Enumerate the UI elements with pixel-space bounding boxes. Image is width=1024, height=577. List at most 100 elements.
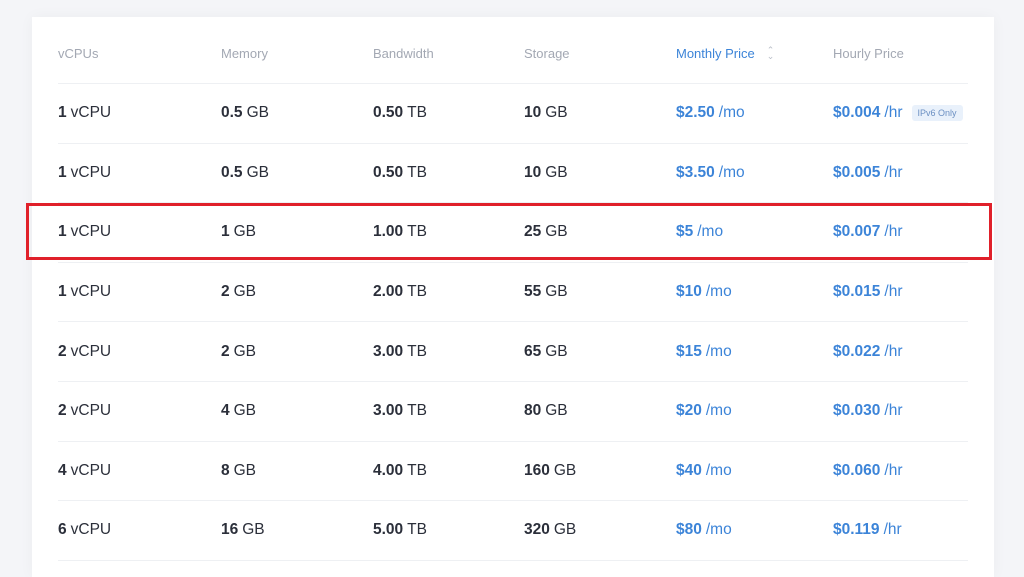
- table-row[interactable]: 1 vCPU 2 GB 2.00 TB 55 GB $10/mo $0.015/hr: [58, 263, 968, 323]
- cell-bandwidth: 3.00 TB: [373, 382, 427, 441]
- cell-value: $0.007: [833, 223, 881, 241]
- cell-value: 6: [58, 521, 67, 539]
- cell-value: $0.060: [833, 461, 881, 479]
- cell-value: 3.00: [373, 342, 404, 360]
- cell-monthly-price: $20/mo: [676, 382, 732, 441]
- cell-unit: /mo: [705, 521, 732, 539]
- cell-value: 65: [524, 342, 542, 360]
- cell-value: 0.50: [373, 104, 404, 122]
- cell-value: 1.00: [373, 223, 404, 241]
- cell-storage: 65 GB: [524, 322, 568, 381]
- table-row[interactable]: 4 vCPU 8 GB 4.00 TB 160 GB $40/mo $0.060/hr: [58, 442, 968, 502]
- cell-unit: vCPU: [70, 402, 112, 420]
- cell-value: $80: [676, 521, 702, 539]
- cell-hourly-price: $0.119/hr: [833, 501, 902, 560]
- table-row[interactable]: 2 vCPU 2 GB 3.00 TB 65 GB $15/mo $0.022/hr: [58, 322, 968, 382]
- cell-value: 80: [524, 402, 542, 420]
- cell-value: 2.00: [373, 283, 404, 301]
- cell-value: $40: [676, 461, 702, 479]
- cell-value: $0.005: [833, 163, 881, 181]
- cell-value: 0.5: [221, 104, 243, 122]
- cell-unit: GB: [545, 104, 568, 122]
- cell-unit: GB: [545, 163, 568, 181]
- cell-value: 8: [221, 461, 230, 479]
- cell-value: 1: [58, 104, 67, 122]
- cell-unit: GB: [233, 342, 257, 360]
- cell-unit: TB: [407, 521, 427, 539]
- cell-monthly-price: $80/mo: [676, 501, 732, 560]
- cell-value: 0.5: [221, 163, 243, 181]
- cell-unit: vCPU: [70, 223, 112, 241]
- column-header-memory[interactable]: Memory: [221, 17, 268, 83]
- table-row[interactable]: 1 vCPU 0.5 GB 0.50 TB 10 GB $3.50/mo $0.005/hr: [58, 144, 968, 204]
- cell-unit: vCPU: [70, 283, 112, 301]
- table-row[interactable]: 2 vCPU 4 GB 3.00 TB 80 GB $20/mo $0.030/hr: [58, 382, 968, 442]
- cell-unit: /mo: [705, 461, 732, 479]
- cell-value: $2.50: [676, 104, 715, 122]
- cell-hourly-price: $0.022/hr: [833, 322, 903, 381]
- cell-bandwidth: 4.00 TB: [373, 442, 427, 501]
- cell-unit: TB: [407, 461, 427, 479]
- sort-up-down-icon[interactable]: ⌃ ⌄: [767, 46, 775, 61]
- cell-value: $0.022: [833, 342, 881, 360]
- cell-unit: GB: [233, 283, 257, 301]
- cell-vcpus: 2 vCPU: [58, 322, 111, 381]
- cell-unit: GB: [545, 342, 568, 360]
- table-row[interactable]: 6 vCPU 16 GB 5.00 TB 320 GB $80/mo $0.119/hr: [58, 501, 968, 561]
- cell-unit: /hr: [884, 461, 903, 479]
- cell-value: 2: [221, 342, 230, 360]
- cell-vcpus: 4 vCPU: [58, 442, 111, 501]
- column-header-hourly-price[interactable]: Hourly Price: [833, 17, 904, 83]
- cell-unit: /mo: [697, 223, 724, 241]
- cell-value: 3.00: [373, 402, 404, 420]
- cell-vcpus: 1 vCPU: [58, 144, 111, 203]
- cell-value: 10: [524, 104, 542, 122]
- cell-memory: 0.5 GB: [221, 144, 269, 203]
- cell-unit: GB: [246, 163, 269, 181]
- cell-monthly-price: $10/mo: [676, 263, 732, 322]
- table-row[interactable]: 1 vCPU 1 GB 1.00 TB 25 GB $5/mo $0.007/hr: [58, 203, 968, 263]
- cell-storage: 25 GB: [524, 203, 568, 262]
- cell-unit: GB: [246, 104, 269, 122]
- cell-unit: /mo: [718, 104, 745, 122]
- cell-value: 2: [58, 402, 67, 420]
- cell-monthly-price: $2.50/mo: [676, 84, 745, 143]
- column-header-bandwidth[interactable]: Bandwidth: [373, 17, 434, 83]
- cell-unit: GB: [553, 461, 577, 479]
- cell-bandwidth: 1.00 TB: [373, 203, 427, 262]
- column-header-vcpus[interactable]: vCPUs: [58, 17, 98, 83]
- cell-unit: GB: [545, 402, 568, 420]
- cell-unit: TB: [407, 283, 427, 301]
- cell-storage: 80 GB: [524, 382, 568, 441]
- cell-memory: 8 GB: [221, 442, 256, 501]
- cell-unit: GB: [233, 402, 257, 420]
- table-row[interactable]: 1 vCPU 0.5 GB 0.50 TB 10 GB $2.50/mo $0.004/hr IPv…: [58, 84, 968, 144]
- cell-unit: GB: [233, 461, 257, 479]
- table-header: vCPUs Memory Bandwidth Storage Monthly P…: [58, 17, 968, 84]
- cell-value: $5: [676, 223, 694, 241]
- cell-unit: vCPU: [70, 104, 112, 122]
- cell-unit: vCPU: [70, 163, 112, 181]
- cell-value: 4: [221, 402, 230, 420]
- cell-value: 160: [524, 461, 550, 479]
- cell-hourly-price: $0.007/hr: [833, 203, 903, 262]
- cell-unit: vCPU: [70, 521, 112, 539]
- cell-monthly-price: $5/mo: [676, 203, 723, 262]
- cell-memory: 2 GB: [221, 263, 256, 322]
- cell-unit: vCPU: [70, 461, 112, 479]
- cell-value: $10: [676, 283, 702, 301]
- cell-value: $0.004: [833, 104, 881, 122]
- cell-value: 2: [221, 283, 230, 301]
- cell-value: $15: [676, 342, 702, 360]
- cell-value: $0.030: [833, 402, 881, 420]
- cell-unit: TB: [407, 402, 427, 420]
- cell-value: 5.00: [373, 521, 404, 539]
- cell-unit: TB: [407, 223, 427, 241]
- cell-unit: TB: [407, 163, 427, 181]
- cell-memory: 0.5 GB: [221, 84, 269, 143]
- column-header-monthly-price[interactable]: Monthly Price ⌃ ⌄: [676, 17, 774, 83]
- column-header-storage[interactable]: Storage: [524, 17, 570, 83]
- cell-value: 25: [524, 223, 542, 241]
- cell-unit: GB: [545, 283, 568, 301]
- cell-unit: /mo: [718, 163, 745, 181]
